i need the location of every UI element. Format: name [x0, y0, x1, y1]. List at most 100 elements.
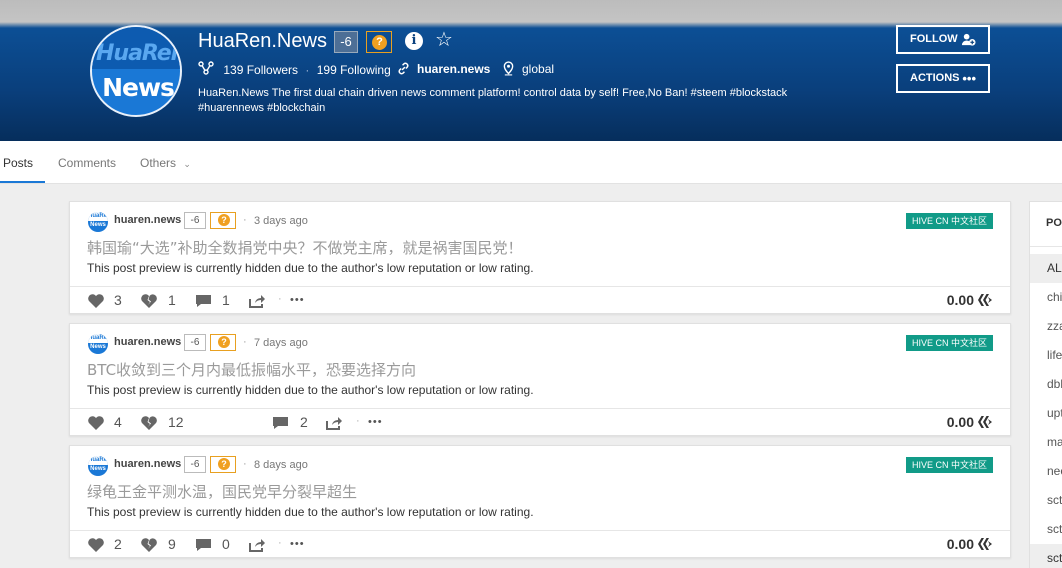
- upvote-heart-icon[interactable]: [87, 537, 105, 553]
- question-badge[interactable]: ?: [210, 456, 236, 473]
- downvote-broken-heart-icon[interactable]: [140, 293, 158, 309]
- comment-count[interactable]: 1: [222, 292, 230, 308]
- question-badge[interactable]: ?: [210, 334, 236, 351]
- mini-avatar-line1: HuaRen: [88, 212, 108, 221]
- meta-separator: ·: [243, 336, 247, 348]
- comment-count[interactable]: 2: [300, 414, 308, 430]
- actions-button[interactable]: ACTIONS •••: [896, 64, 990, 93]
- post-preview: This post preview is currently hidden du…: [87, 261, 534, 275]
- downvote-broken-heart-icon[interactable]: [140, 415, 158, 431]
- post-title[interactable]: 韩国瑜“大选”补助全数捐党中央？不做党主席，就是祸害国民党！: [87, 237, 523, 258]
- post-title[interactable]: 绿龟王金平测水温，国民党早分裂早超生: [87, 481, 357, 502]
- tab-posts[interactable]: Posts: [3, 156, 33, 170]
- sidebar-item[interactable]: ma: [1030, 428, 1062, 457]
- hive-logo-icon: [978, 294, 992, 306]
- tab-others-label: Others: [140, 156, 177, 170]
- upvote-count[interactable]: 4: [114, 414, 122, 430]
- post-card[interactable]: HuaRenNews huaren.news -6 ? · 8 days ago…: [69, 445, 1011, 558]
- upvote-heart-icon[interactable]: [87, 415, 105, 431]
- share-icon[interactable]: [325, 415, 343, 431]
- profile-tabs: Posts Comments Others ⌄: [0, 141, 1062, 184]
- upvote-count[interactable]: 2: [114, 536, 122, 552]
- share-icon[interactable]: [248, 537, 266, 553]
- meta-separator: ·: [243, 458, 247, 470]
- comment-icon[interactable]: [272, 415, 289, 431]
- author-avatar[interactable]: HuaRenNews: [88, 334, 108, 354]
- more-icon: •••: [962, 71, 976, 86]
- followers-icon: [198, 61, 220, 78]
- post-card[interactable]: HuaRenNews huaren.news -6 ? · 3 days ago…: [69, 201, 1011, 314]
- post-payout[interactable]: 0.00: [947, 536, 974, 552]
- sidebar-item[interactable]: zza: [1030, 312, 1062, 341]
- footer-separator: ·: [278, 537, 282, 549]
- comment-icon[interactable]: [195, 537, 212, 553]
- hive-logo-icon: [978, 538, 992, 550]
- link-icon: [396, 61, 411, 79]
- downvote-count[interactable]: 12: [168, 414, 184, 430]
- downvote-count[interactable]: 1: [168, 292, 176, 308]
- follow-button[interactable]: FOLLOW: [896, 25, 990, 54]
- community-badge[interactable]: HIVE CN 中文社区: [905, 457, 993, 473]
- author-avatar[interactable]: HuaRenNews: [88, 212, 108, 232]
- question-badge[interactable]: ?: [210, 212, 236, 229]
- post-more-icon[interactable]: •••: [290, 294, 305, 306]
- mini-avatar-line2: News: [90, 222, 106, 228]
- hive-logo-icon: [978, 416, 992, 428]
- question-icon: ?: [372, 35, 387, 50]
- sidebar-item[interactable]: life: [1030, 341, 1062, 370]
- post-time[interactable]: 8 days ago: [254, 459, 308, 471]
- post-author[interactable]: huaren.news: [114, 214, 181, 226]
- post-footer: 3 1 1 · ••• 0.00: [70, 286, 1010, 314]
- followers-count[interactable]: 139 Followers: [223, 63, 298, 77]
- sidebar-item[interactable]: sct: [1030, 486, 1062, 515]
- post-author[interactable]: huaren.news: [114, 336, 181, 348]
- actions-label: ACTIONS: [910, 72, 960, 84]
- star-icon[interactable]: ☆: [435, 30, 453, 50]
- post-title[interactable]: BTC收敛到三个月内最低振幅水平，恐要选择方向: [87, 359, 416, 380]
- community-badge[interactable]: HIVE CN 中文社区: [905, 335, 993, 351]
- tab-comments[interactable]: Comments: [58, 156, 116, 170]
- sidebar-item[interactable]: upt: [1030, 399, 1062, 428]
- question-icon: ?: [218, 336, 230, 348]
- author-avatar[interactable]: HuaRenNews: [88, 456, 108, 476]
- post-time[interactable]: 7 days ago: [254, 337, 308, 349]
- profile-stats: 139 Followers · 199 Following: [198, 61, 391, 78]
- comment-icon[interactable]: [195, 293, 212, 309]
- footer-separator: ·: [356, 415, 360, 427]
- profile-website[interactable]: huaren.news: [396, 61, 490, 79]
- sidebar-item[interactable]: chi: [1030, 283, 1062, 312]
- sidebar-item[interactable]: sct: [1030, 515, 1062, 544]
- author-reputation: -6: [184, 456, 206, 473]
- active-tab-indicator: [0, 181, 45, 183]
- sidebar-item[interactable]: nec: [1030, 457, 1062, 486]
- sidebar-item-all[interactable]: ALL: [1030, 254, 1062, 283]
- mini-avatar-line1: HuaRen: [88, 334, 108, 343]
- post-author[interactable]: huaren.news: [114, 458, 181, 470]
- downvote-broken-heart-icon[interactable]: [140, 537, 158, 553]
- question-badge[interactable]: ?: [366, 31, 392, 53]
- avatar-line1: HuaRen: [96, 41, 182, 66]
- post-payout[interactable]: 0.00: [947, 292, 974, 308]
- post-payout[interactable]: 0.00: [947, 414, 974, 430]
- post-more-icon[interactable]: •••: [368, 416, 383, 428]
- upvote-count[interactable]: 3: [114, 292, 122, 308]
- share-icon[interactable]: [248, 293, 266, 309]
- info-icon[interactable]: i: [405, 32, 423, 50]
- stats-separator: ·: [305, 62, 310, 77]
- post-more-icon[interactable]: •••: [290, 538, 305, 550]
- post-card[interactable]: HuaRenNews huaren.news -6 ? · 7 days ago…: [69, 323, 1011, 436]
- tab-others[interactable]: Others ⌄: [140, 156, 191, 170]
- following-count[interactable]: 199 Following: [317, 63, 391, 77]
- avatar-line2: News: [102, 73, 175, 102]
- sidebar-item[interactable]: dbl: [1030, 370, 1062, 399]
- mini-avatar-line2: News: [90, 344, 106, 350]
- upvote-heart-icon[interactable]: [87, 293, 105, 309]
- comment-count[interactable]: 0: [222, 536, 230, 552]
- post-time[interactable]: 3 days ago: [254, 215, 308, 227]
- website-text[interactable]: huaren.news: [417, 62, 490, 76]
- footer-separator: ·: [278, 293, 282, 305]
- sidebar-item[interactable]: sct: [1030, 544, 1062, 568]
- sidebar-header: POS: [1046, 217, 1062, 229]
- community-badge[interactable]: HIVE CN 中文社区: [905, 213, 993, 229]
- downvote-count[interactable]: 9: [168, 536, 176, 552]
